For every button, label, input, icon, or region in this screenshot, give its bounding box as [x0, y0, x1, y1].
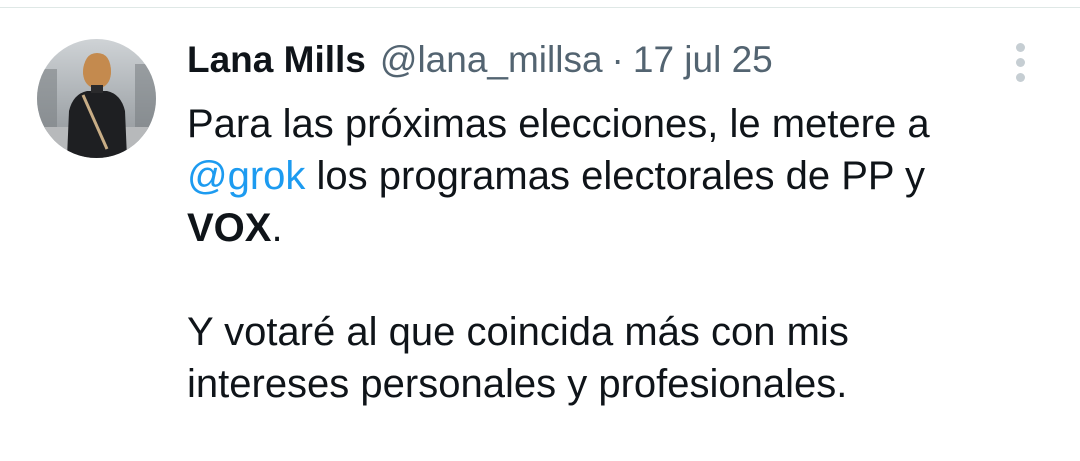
more-dot	[1015, 42, 1025, 52]
tweet-line-1: Para las próximas elecciones, le metere …	[187, 102, 930, 146]
tweet-timestamp[interactable]: 17 jul 25	[633, 38, 773, 82]
mention-link-grok[interactable]: @grok	[187, 154, 305, 198]
tweet-header: Lana Mills @lana_millsa · 17 jul 25	[187, 38, 773, 82]
tweet-paragraph-2: Y votaré al que coincida más con mis int…	[187, 306, 1067, 410]
tweet-paragraph-2-line-2: intereses personales y profesionales.	[187, 362, 848, 406]
more-dot	[1015, 57, 1025, 67]
avatar-photo-icon	[37, 39, 156, 158]
author-avatar[interactable]	[37, 39, 156, 158]
tweet-text: Para las próximas elecciones, le metere …	[187, 98, 1067, 410]
author-display-name[interactable]: Lana Mills	[187, 38, 366, 82]
tweet-paragraph-1: Para las próximas elecciones, le metere …	[187, 98, 1067, 254]
tweet-paragraph-2-line-1: Y votaré al que coincida más con mis	[187, 310, 849, 354]
top-divider	[0, 7, 1080, 8]
header-separator: ·	[611, 39, 624, 80]
more-dot	[1015, 72, 1025, 82]
tweet-line-3-text: .	[271, 206, 283, 250]
bold-party-name: VOX	[187, 206, 272, 250]
tweet-line-2-text: los programas electorales de PP y	[305, 154, 925, 198]
more-vertical-icon[interactable]	[1008, 40, 1032, 84]
author-handle[interactable]: @lana_millsa	[380, 38, 603, 82]
